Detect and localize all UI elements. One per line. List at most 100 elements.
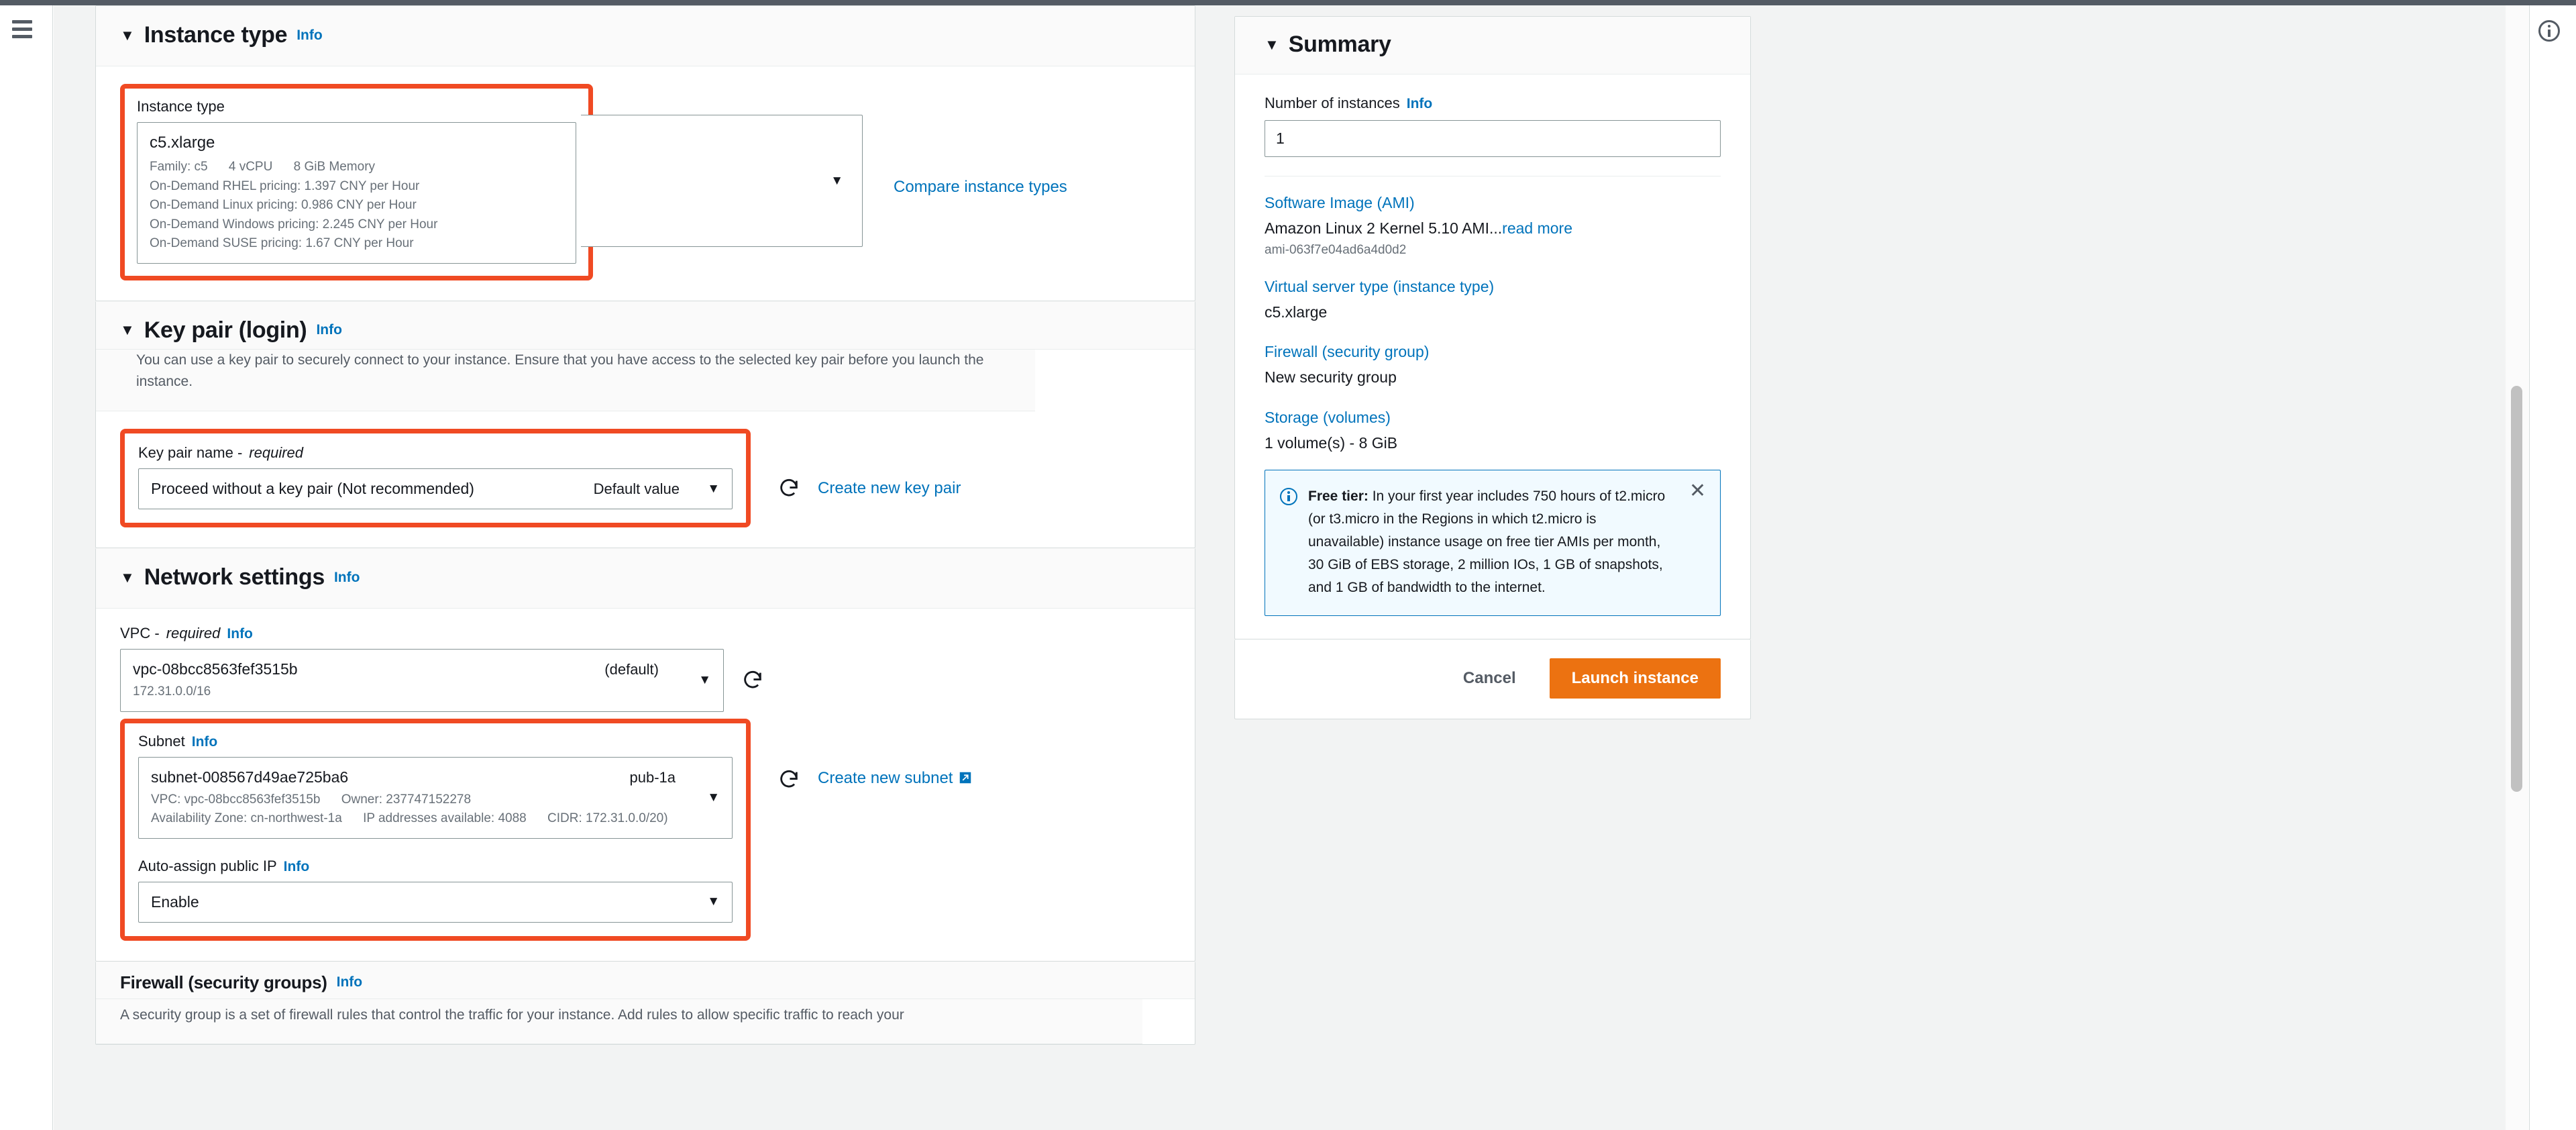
number-of-instances-input[interactable] — [1265, 120, 1721, 157]
number-of-instances-info-link[interactable]: Info — [1407, 96, 1432, 112]
info-circle-icon[interactable] — [2538, 20, 2560, 42]
firewall-description: A security group is a set of firewall ru… — [96, 998, 1142, 1045]
storage-volumes-link[interactable]: Storage (volumes) — [1265, 409, 1721, 427]
instance-type-select-extension[interactable]: ▼ — [581, 115, 863, 247]
instance-type-highlight: Instance type c5.xlarge Family: c5 4 vCP… — [120, 84, 593, 280]
instance-type-pricing-suse: On-Demand SUSE pricing: 1.67 CNY per Hou… — [150, 236, 414, 251]
firewall-info-link[interactable]: Info — [337, 974, 362, 990]
free-tier-body: In your first year includes 750 hours of… — [1308, 488, 1666, 595]
external-link-icon[interactable] — [958, 770, 973, 790]
vertical-scrollbar-track[interactable] — [2506, 5, 2528, 1130]
vpc-select[interactable]: vpc-08bcc8563fef3515b (default) 172.31.0… — [120, 649, 724, 712]
chevron-down-icon[interactable]: ▼ — [120, 323, 135, 338]
chevron-down-icon[interactable]: ▼ — [707, 790, 720, 805]
subnet-meta-line-1: VPC: vpc-08bcc8563fef3515b Owner: 237747… — [151, 790, 688, 810]
create-new-key-pair-link[interactable]: Create new key pair — [818, 479, 961, 498]
free-tier-text: Free tier: In your first year includes 7… — [1308, 485, 1704, 599]
info-icon — [1280, 487, 1297, 505]
network-settings-info-link[interactable]: Info — [334, 570, 360, 586]
chevron-down-icon[interactable]: ▼ — [707, 894, 720, 909]
instance-type-pricing-linux: On-Demand Linux pricing: 0.986 CNY per H… — [150, 198, 417, 213]
instance-type-pricing-windows: On-Demand Windows pricing: 2.245 CNY per… — [150, 217, 438, 232]
key-pair-actions: Create new key pair — [760, 477, 961, 500]
key-pair-body: Key pair name - required Proceed without… — [96, 411, 1195, 548]
subnet-actions: Create new subnet — [760, 768, 973, 791]
ami-read-more-link[interactable]: read more — [1502, 219, 1572, 237]
storage-volumes-value: 1 volume(s) - 8 GiB — [1265, 433, 1398, 452]
summary-header: ▼ Summary — [1235, 17, 1750, 74]
chevron-down-icon[interactable]: ▼ — [120, 570, 135, 585]
chevron-down-icon[interactable]: ▼ — [707, 482, 720, 497]
instance-type-card: ▼ Instance type Info Instance type c5.xl… — [95, 5, 1195, 301]
network-settings-body: VPC - required Info vpc-08bcc8563fef3515… — [96, 609, 1195, 961]
compare-instance-types-wrap: Compare instance types — [894, 178, 1067, 197]
auto-assign-ip-value: Enable — [151, 892, 199, 911]
vpc-selected-value: vpc-08bcc8563fef3515b — [133, 660, 298, 678]
vpc-row: VPC - required Info vpc-08bcc8563fef3515… — [120, 625, 1171, 712]
key-pair-highlight: Key pair name - required Proceed without… — [120, 428, 751, 528]
network-settings-title: Network settings — [144, 564, 325, 590]
firewall-card: Firewall (security groups) Info A securi… — [95, 961, 1195, 1045]
instance-type-title: Instance type — [144, 22, 288, 48]
cancel-button[interactable]: Cancel — [1459, 661, 1520, 696]
instance-type-body: Instance type c5.xlarge Family: c5 4 vCP… — [96, 66, 1195, 301]
subnet-meta-vpc: VPC: vpc-08bcc8563fef3515b — [151, 792, 321, 807]
chevron-down-icon[interactable]: ▼ — [830, 174, 843, 189]
vpc-required-flag: required — [166, 625, 221, 642]
left-navigation-rail — [0, 5, 53, 1130]
summary-card: ▼ Summary Number of instances Info Softw… — [1234, 16, 1751, 639]
chevron-down-icon[interactable]: ▼ — [698, 673, 711, 688]
instance-type-header: ▼ Instance type Info — [96, 6, 1195, 66]
hamburger-icon[interactable] — [12, 20, 32, 38]
subnet-meta-ips: IP addresses available: 4088 — [363, 811, 527, 826]
subnet-selected-value: subnet-008567d49ae725ba6 — [151, 768, 349, 786]
subnet-meta-cidr: CIDR: 172.31.0.0/20) — [547, 811, 668, 826]
instance-type-memory: 8 GiB Memory — [293, 160, 376, 174]
instance-type-info-link[interactable]: Info — [297, 28, 322, 44]
create-new-subnet-link[interactable]: Create new subnet — [818, 769, 973, 790]
refresh-icon[interactable] — [777, 768, 800, 791]
instance-type-pricing-rhel: On-Demand RHEL pricing: 1.397 CNY per Ho… — [150, 178, 420, 193]
key-pair-required-flag: required — [249, 444, 304, 461]
firewall-header: Firewall (security groups) Info — [96, 961, 1195, 999]
summary-column: ▼ Summary Number of instances Info Softw… — [1234, 16, 1751, 719]
chevron-down-icon[interactable]: ▼ — [1265, 37, 1279, 52]
vpc-info-link[interactable]: Info — [227, 626, 252, 642]
vertical-scrollbar-thumb[interactable] — [2511, 386, 2522, 792]
instance-type-vcpu: 4 vCPU — [228, 160, 273, 174]
firewall-security-group-link[interactable]: Firewall (security group) — [1265, 343, 1721, 361]
compare-instance-types-link[interactable]: Compare instance types — [894, 178, 1067, 196]
subnet-info-link[interactable]: Info — [192, 734, 217, 750]
vpc-block: VPC - required Info vpc-08bcc8563fef3515… — [120, 625, 724, 712]
page-canvas: ▼ Instance type Info Instance type c5.xl… — [54, 5, 2528, 1130]
create-new-subnet-label: Create new subnet — [818, 769, 953, 788]
instance-type-select[interactable]: c5.xlarge Family: c5 4 vCPU 8 GiB Memory… — [137, 122, 576, 264]
key-pair-description: You can use a key pair to securely conne… — [96, 349, 1035, 411]
ami-id: ami-063f7e04ad6a4d0d2 — [1265, 243, 1407, 258]
close-icon[interactable]: ✕ — [1689, 480, 1707, 501]
virtual-server-type-link[interactable]: Virtual server type (instance type) — [1265, 278, 1721, 296]
instance-type-selected-name: c5.xlarge — [150, 134, 215, 152]
key-pair-field-label: Key pair name - required — [138, 444, 304, 461]
auto-assign-ip-select[interactable]: Enable ▼ — [138, 881, 733, 923]
chevron-down-icon[interactable]: ▼ — [120, 28, 135, 43]
summary-title: Summary — [1288, 32, 1391, 57]
auto-assign-ip-info-link[interactable]: Info — [284, 859, 309, 875]
free-tier-prefix: Free tier: — [1308, 488, 1368, 504]
key-pair-info-link[interactable]: Info — [316, 322, 341, 338]
key-pair-select[interactable]: Proceed without a key pair (Not recommen… — [138, 468, 733, 510]
network-settings-header: ▼ Network settings Info — [96, 548, 1195, 609]
key-pair-default-hint: Default value — [593, 480, 680, 497]
free-tier-alert: Free tier: In your first year includes 7… — [1265, 469, 1721, 616]
software-image-ami-link[interactable]: Software Image (AMI) — [1265, 194, 1721, 212]
summary-body: Number of instances Info Software Image … — [1235, 74, 1750, 639]
refresh-icon[interactable] — [741, 669, 764, 692]
vpc-default-badge: (default) — [604, 661, 659, 678]
subnet-row: Subnet Info subnet-008567d49ae725ba6 pub… — [120, 718, 1171, 941]
subnet-highlight: Subnet Info subnet-008567d49ae725ba6 pub… — [120, 718, 751, 941]
subnet-select[interactable]: subnet-008567d49ae725ba6 pub-1a VPC: vpc… — [138, 756, 733, 839]
launch-instance-button[interactable]: Launch instance — [1549, 658, 1721, 699]
key-pair-title: Key pair (login) — [144, 317, 307, 343]
refresh-icon[interactable] — [777, 477, 800, 500]
summary-actions: Cancel Launch instance — [1234, 639, 1751, 719]
